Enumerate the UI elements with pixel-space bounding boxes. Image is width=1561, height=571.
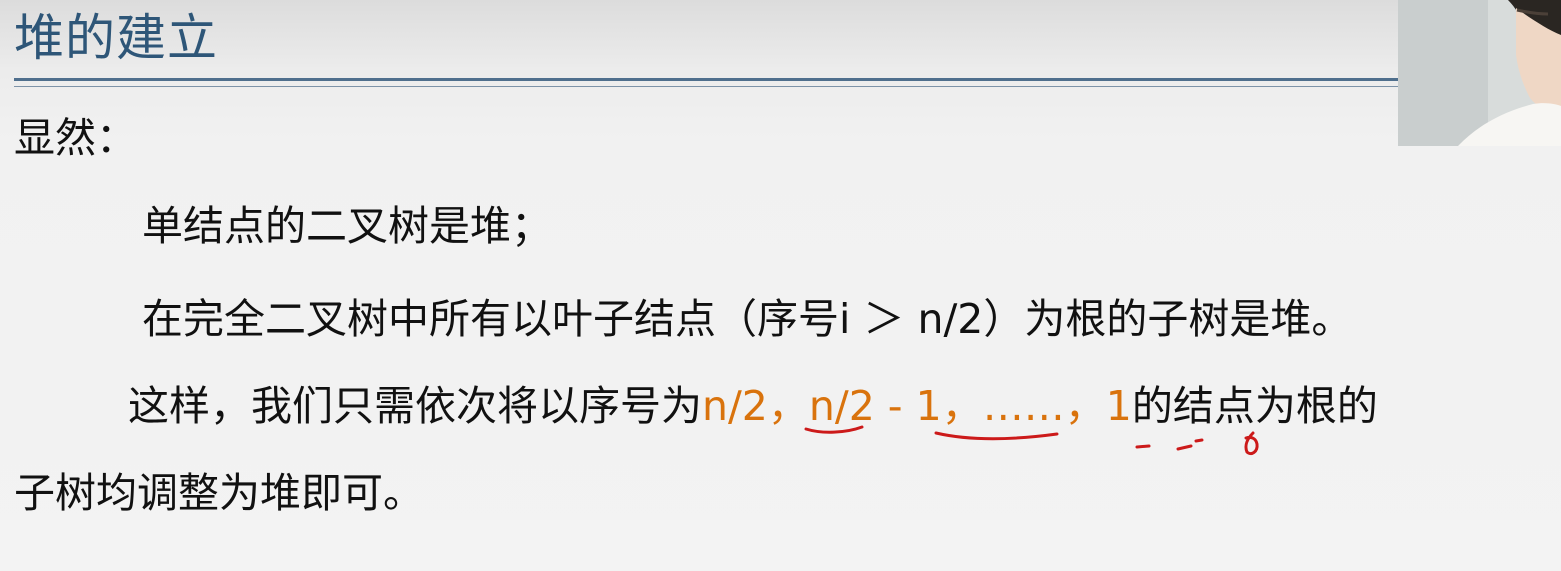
separator: ， [767,382,809,430]
build-order-text-end: 的结点为根的 [1131,382,1378,430]
obviously-label: 显然： [14,114,137,162]
presenter-webcam-overlay [1398,0,1561,146]
separator: ， [1064,382,1106,430]
statement-conclusion: 子树均调整为堆即可。 [14,469,424,517]
highlight-n-half-minus-one: n/2 - 1 [808,382,942,430]
highlight-n-half: n/2 [702,382,768,430]
separator: ， [941,382,983,430]
highlight-one: 1 [1105,382,1132,430]
build-order-text-start: 这样，我们只需依次将以序号为 [128,382,702,430]
highlight-ellipsis: …… [982,382,1065,430]
statement-single-node: 单结点的二叉树是堆； [142,202,552,250]
statement-build-order: 这样，我们只需依次将以序号为n/2，n/2 - 1，……，1的结点为根的 [128,378,1378,434]
statement-leaf-subtrees: 在完全二叉树中所有以叶子结点（序号i ＞ n/2）为根的子树是堆。 [142,295,1353,343]
slide-title: 堆的建立 [14,9,218,67]
title-underline-thin [14,86,1398,87]
title-underline [14,78,1398,81]
presenter-silhouette [1398,0,1561,146]
